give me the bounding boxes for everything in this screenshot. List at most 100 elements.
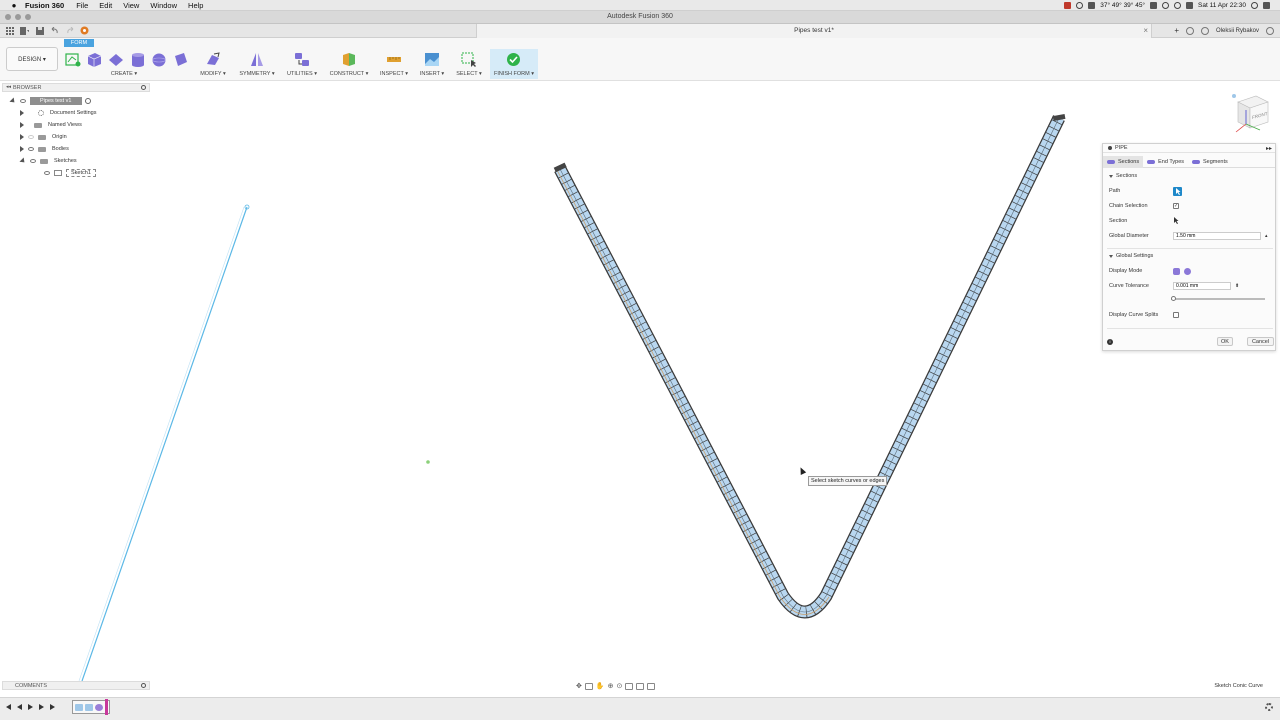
collapse-section-icon[interactable] xyxy=(1109,174,1113,178)
menu-app-name[interactable]: Fusion 360 xyxy=(25,1,64,10)
job-status-icon[interactable] xyxy=(80,26,89,35)
create-sphere-icon[interactable] xyxy=(151,52,167,67)
pipe-dialog-header[interactable]: PIPE ▸▸ xyxy=(1103,144,1275,153)
select-window-icon[interactable] xyxy=(461,52,477,67)
timeline-form-feature-icon[interactable] xyxy=(85,703,93,711)
slider-knob[interactable] xyxy=(1171,296,1176,301)
timeline-pipe-feature-icon[interactable] xyxy=(95,703,103,711)
menu-view[interactable]: View xyxy=(123,1,139,10)
volume-icon[interactable] xyxy=(1174,2,1182,9)
create-menu[interactable]: CREATE ▾ xyxy=(111,71,137,77)
wifi-icon[interactable] xyxy=(1162,2,1170,9)
tolerance-stepper-icon[interactable]: ⬍ xyxy=(1235,283,1239,289)
path-select-button[interactable] xyxy=(1173,186,1182,196)
global-diameter-input[interactable] xyxy=(1173,232,1261,240)
step-back-icon[interactable] xyxy=(17,704,22,710)
menubar-clock[interactable]: Sat 11 Apr 22:30 xyxy=(1198,2,1246,9)
box-display-mode-icon[interactable] xyxy=(1173,267,1180,275)
search-icon[interactable] xyxy=(1251,2,1258,9)
extensions-icon[interactable] xyxy=(1185,26,1194,35)
tab-segments[interactable]: Segments xyxy=(1188,156,1232,168)
pipe-body[interactable] xyxy=(553,113,1066,619)
finish-form-check-icon[interactable] xyxy=(505,52,521,67)
utilities-menu[interactable]: UTILITIES ▾ xyxy=(287,71,317,77)
info-icon[interactable]: i xyxy=(1107,339,1113,345)
step-forward-icon[interactable] xyxy=(39,704,44,710)
diameter-stepper-icon[interactable]: ▴ xyxy=(1265,233,1268,239)
go-to-end-icon[interactable] xyxy=(50,704,55,710)
ok-button[interactable]: OK xyxy=(1217,337,1233,346)
sections-group-header[interactable]: Sections xyxy=(1109,173,1137,179)
flag-icon[interactable] xyxy=(1186,2,1194,9)
create-cylinder-icon[interactable] xyxy=(130,52,146,67)
construct-plane-icon[interactable] xyxy=(341,52,357,67)
menu-edit[interactable]: Edit xyxy=(99,1,112,10)
origin-point[interactable] xyxy=(426,460,430,464)
viewports-icon[interactable] xyxy=(647,682,656,690)
curve-tolerance-input[interactable] xyxy=(1173,282,1231,290)
close-tab-icon[interactable]: × xyxy=(1143,26,1148,35)
display-settings-icon[interactable] xyxy=(625,682,634,690)
viewcube[interactable]: FRONT xyxy=(1226,88,1274,136)
record-icon[interactable] xyxy=(1064,2,1072,9)
menu-help[interactable]: Help xyxy=(188,1,203,10)
apple-icon[interactable]: ● xyxy=(9,1,19,10)
tab-form[interactable]: FORM xyxy=(64,39,94,47)
status-square-icon[interactable] xyxy=(1088,2,1096,9)
inspect-menu[interactable]: INSPECT ▾ xyxy=(380,71,408,77)
save-icon[interactable] xyxy=(35,26,44,35)
collapse-section-icon[interactable] xyxy=(1109,254,1113,258)
inspect-measure-icon[interactable] xyxy=(386,52,402,67)
create-plane-icon[interactable] xyxy=(108,52,124,67)
orbit-icon[interactable]: ✥ xyxy=(576,682,582,690)
canvas-viewport[interactable] xyxy=(0,81,1280,681)
construct-menu[interactable]: CONSTRUCT ▾ xyxy=(330,71,369,77)
finish-form-menu[interactable]: FINISH FORM ▾ xyxy=(494,71,534,77)
sketch-line[interactable] xyxy=(81,206,248,681)
comments-add-icon[interactable] xyxy=(141,683,146,688)
select-menu[interactable]: SELECT ▾ xyxy=(456,71,482,77)
modify-menu[interactable]: MODIFY ▾ xyxy=(200,71,226,77)
temperature-readout[interactable]: 37° 49° 39° 45° xyxy=(1100,2,1145,9)
create-box-icon[interactable] xyxy=(86,52,102,67)
modify-edit-form-icon[interactable] xyxy=(205,52,221,67)
comments-panel-header[interactable]: COMMENTS xyxy=(2,681,150,690)
expand-dialog-icon[interactable]: ▸▸ xyxy=(1266,145,1272,152)
file-menu-icon[interactable] xyxy=(20,26,29,35)
global-settings-group-header[interactable]: Global Settings xyxy=(1109,253,1153,259)
battery-icon[interactable] xyxy=(1150,2,1158,9)
undo-icon[interactable] xyxy=(50,26,59,35)
curve-tolerance-slider[interactable] xyxy=(1171,296,1265,301)
zoom-icon[interactable]: ⊕ xyxy=(608,682,614,690)
insert-canvas-icon[interactable] xyxy=(424,52,440,67)
grid-settings-icon[interactable] xyxy=(636,682,645,690)
symmetry-menu[interactable]: SYMMETRY ▾ xyxy=(239,71,274,77)
cancel-button[interactable]: Cancel xyxy=(1247,337,1274,346)
menu-window[interactable]: Window xyxy=(150,1,177,10)
fit-icon[interactable]: ⊙ xyxy=(616,682,622,690)
section-select-cursor-icon[interactable] xyxy=(1173,216,1179,226)
pan-hand-icon[interactable]: ✋ xyxy=(596,682,605,690)
play-icon[interactable] xyxy=(28,704,33,710)
workspace-switcher-button[interactable]: DESIGN ▾ xyxy=(6,47,58,71)
tab-end-types[interactable]: End Types xyxy=(1143,156,1188,168)
timeline-marker[interactable] xyxy=(105,699,108,715)
insert-menu[interactable]: INSERT ▾ xyxy=(420,71,444,77)
user-name[interactable]: Oleksii Rybakov xyxy=(1216,28,1259,34)
utilities-icon[interactable] xyxy=(294,52,310,67)
document-tab[interactable]: Pipes test v1* × xyxy=(476,24,1152,38)
notification-icon[interactable] xyxy=(1263,2,1270,9)
new-tab-plus-icon[interactable]: + xyxy=(1174,26,1179,35)
display-curve-splits-checkbox[interactable] xyxy=(1173,312,1179,318)
smooth-display-mode-icon[interactable] xyxy=(1184,267,1191,275)
menu-file[interactable]: File xyxy=(76,1,88,10)
redo-icon[interactable] xyxy=(65,26,74,35)
status-circle-icon[interactable] xyxy=(1076,2,1084,9)
create-quadball-icon[interactable] xyxy=(173,52,189,67)
data-panel-grid-icon[interactable] xyxy=(5,26,14,35)
symmetry-icon[interactable] xyxy=(249,52,265,67)
timeline-sketch-feature-icon[interactable] xyxy=(75,703,83,711)
chain-selection-checkbox[interactable]: ✓ xyxy=(1173,203,1179,209)
create-form-sketch-icon[interactable] xyxy=(65,52,81,67)
job-status-circle-icon[interactable] xyxy=(1200,26,1209,35)
